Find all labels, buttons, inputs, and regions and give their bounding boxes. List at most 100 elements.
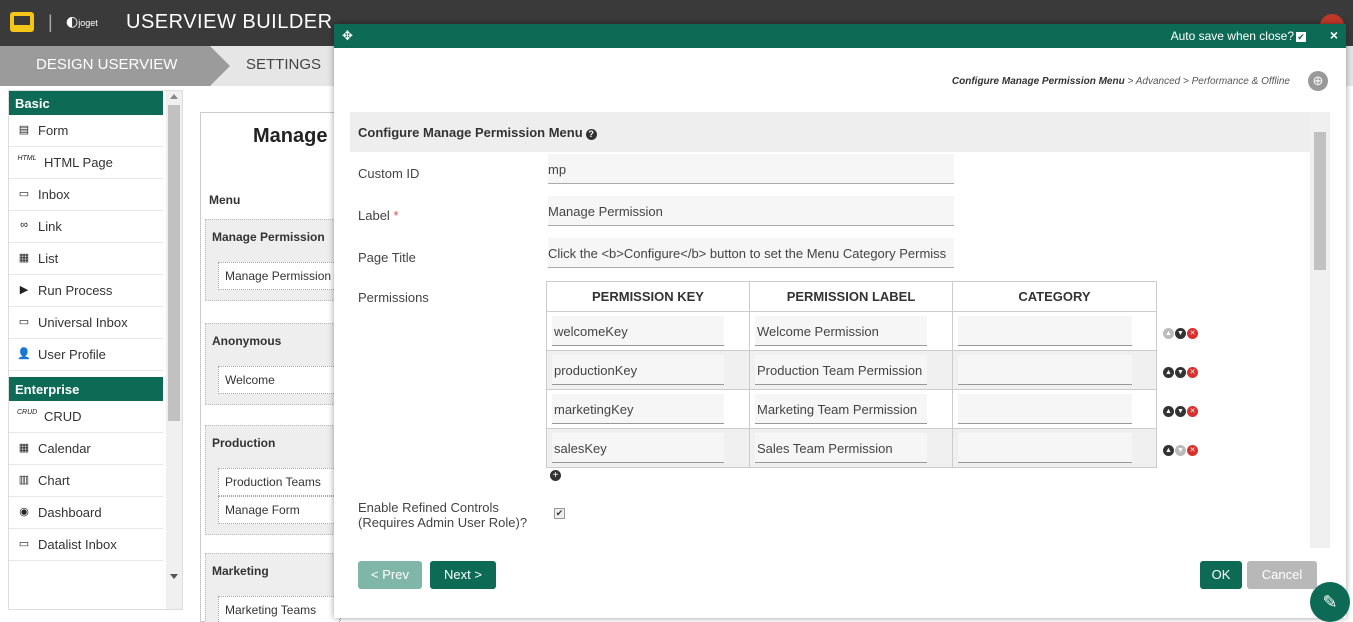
delete-row-icon[interactable]: ✕ <box>1187 328 1198 340</box>
palette-item-label: Datalist Inbox <box>38 537 117 552</box>
palette-scrollbar[interactable] <box>166 91 182 609</box>
move-up-icon[interactable]: ▲ <box>1163 328 1174 340</box>
refined-controls-checkbox[interactable]: ✔ <box>554 508 565 519</box>
label-input[interactable]: Manage Permission <box>548 196 954 226</box>
permission-label-input[interactable]: Welcome Permission <box>755 316 927 346</box>
palette-item-chart[interactable]: ▥ Chart <box>9 465 163 497</box>
palette-scroll-thumb[interactable] <box>168 105 180 421</box>
col-permission-label: PERMISSION LABEL <box>749 281 953 312</box>
palette-item-html-page[interactable]: HTML HTML Page <box>9 147 163 179</box>
panel-scrollbar[interactable] <box>1310 112 1330 548</box>
palette-item-label: Run Process <box>38 283 113 298</box>
permission-key-input[interactable]: welcomeKey <box>552 316 724 346</box>
col-permission-key: PERMISSION KEY <box>546 281 750 312</box>
form-icon: ▤ <box>18 124 30 136</box>
permission-key-input[interactable]: marketingKey <box>552 394 724 424</box>
palette-item-form[interactable]: ▤ Form <box>9 115 163 147</box>
palette-item-link[interactable]: ∞ Link <box>9 211 163 243</box>
permission-label-input[interactable]: Production Team Permission <box>755 355 927 385</box>
add-row-icon[interactable]: + <box>550 470 561 481</box>
refined-label-line2: (Requires Admin User Role)? <box>358 515 528 530</box>
palette-item-label: Dashboard <box>38 505 102 520</box>
table-cell: productionKey <box>546 350 750 390</box>
menu-category-title[interactable]: Manage Permission <box>206 220 340 254</box>
permission-label-input[interactable]: Marketing Team Permission <box>755 394 927 424</box>
move-down-icon[interactable]: ▼ <box>1175 406 1186 418</box>
help-icon[interactable]: ? <box>585 129 597 140</box>
menu-category[interactable]: Production Production Teams Manage Form <box>205 425 341 535</box>
palette-item-list[interactable]: ▦ List <box>9 243 163 275</box>
table-cell <box>952 350 1157 390</box>
table-cell: salesKey <box>546 428 750 468</box>
dialog-title-bar[interactable]: ✥ Auto save when close? ✔ × <box>334 24 1346 48</box>
palette-item-dashboard[interactable]: ◉ Dashboard <box>9 497 163 529</box>
delete-row-icon[interactable]: ✕ <box>1187 445 1198 457</box>
autosave-label: Auto save when close? <box>1170 29 1294 43</box>
table-cell <box>952 428 1157 468</box>
logo-separator: | <box>48 12 53 32</box>
custom-id-input[interactable]: mp <box>548 154 954 184</box>
play-icon: ▶ <box>19 284 29 296</box>
palette-item-universal-inbox[interactable]: ▭ Universal Inbox <box>9 307 163 339</box>
palette-header-enterprise: Enterprise <box>9 377 163 401</box>
delete-row-icon[interactable]: ✕ <box>1187 367 1198 379</box>
page-title-input[interactable]: Click the <b>Configure</b> button to set… <box>548 238 954 268</box>
move-up-icon[interactable]: ▲ <box>1163 406 1174 418</box>
menu-category[interactable]: Anonymous Welcome <box>205 323 341 405</box>
close-icon[interactable]: × <box>1330 27 1338 43</box>
permission-label-input[interactable]: Sales Team Permission <box>755 433 927 463</box>
table-cell: welcomeKey <box>546 311 750 351</box>
menu-item[interactable]: Manage Permission <box>218 262 340 290</box>
tab-settings[interactable]: SETTINGS <box>246 56 321 73</box>
permission-category-input[interactable] <box>958 394 1132 424</box>
edit-pencil-icon[interactable]: ✎ <box>1310 582 1350 622</box>
move-up-icon[interactable]: ▲ <box>1163 367 1174 379</box>
menu-category-title[interactable]: Marketing <box>206 554 340 588</box>
menu-item[interactable]: Welcome <box>218 366 340 394</box>
palette-item-user-profile[interactable]: 👤 User Profile <box>9 339 163 371</box>
tab-design-userview[interactable]: DESIGN USERVIEW <box>0 46 230 86</box>
move-up-icon[interactable]: ▲ <box>1163 445 1174 457</box>
scroll-up-icon[interactable] <box>170 94 178 99</box>
menu-item[interactable]: Production Teams <box>218 468 340 496</box>
move-icon[interactable]: ✥ <box>342 28 353 44</box>
palette-item-calendar[interactable]: ▦ Calendar <box>9 433 163 465</box>
next-button[interactable]: Next > <box>430 561 496 589</box>
required-marker: * <box>393 208 399 223</box>
autosave-checkbox[interactable]: ✔ <box>1296 32 1306 42</box>
palette-item-crud[interactable]: CRUD CRUD <box>9 401 163 433</box>
autosave-toggle[interactable]: Auto save when close? ✔ <box>1171 29 1306 43</box>
menu-category[interactable]: Marketing Marketing Teams <box>205 553 341 622</box>
cancel-button[interactable]: Cancel <box>1247 561 1317 589</box>
move-down-icon[interactable]: ▼ <box>1175 445 1186 457</box>
properties-panel: Configure Manage Permission Menu? Custom… <box>350 112 1330 548</box>
configure-dialog: ✥ Auto save when close? ✔ × Configure Man… <box>334 24 1346 618</box>
breadcrumb-rest[interactable]: > Advanced > Performance & Offline <box>1125 76 1290 87</box>
permission-category-input[interactable] <box>958 316 1132 346</box>
canvas-title[interactable]: Manage <box>253 125 327 148</box>
breadcrumb-nav-icon[interactable]: ⊕ <box>1308 71 1328 91</box>
move-down-icon[interactable]: ▼ <box>1175 328 1186 340</box>
menu-item[interactable]: Marketing Teams <box>218 596 340 622</box>
permission-category-input[interactable] <box>958 433 1132 463</box>
app-title: USERVIEW BUILDER <box>126 11 333 33</box>
prev-button[interactable]: < Prev <box>358 561 422 589</box>
table-row: productionKey Production Team Permission <box>546 350 1157 390</box>
scroll-down-icon[interactable] <box>170 574 178 579</box>
palette-item-label: Link <box>38 219 62 234</box>
ok-button[interactable]: OK <box>1200 561 1242 589</box>
permission-category-input[interactable] <box>958 355 1132 385</box>
menu-category-title[interactable]: Anonymous <box>206 324 340 358</box>
delete-row-icon[interactable]: ✕ <box>1187 406 1198 418</box>
menu-category[interactable]: Manage Permission Manage Permission <box>205 219 341 301</box>
palette-item-run-process[interactable]: ▶ Run Process <box>9 275 163 307</box>
panel-scroll-thumb[interactable] <box>1314 132 1326 270</box>
permission-key-input[interactable]: productionKey <box>552 355 724 385</box>
palette-item-datalist-inbox[interactable]: ▭ Datalist Inbox <box>9 529 163 561</box>
move-down-icon[interactable]: ▼ <box>1175 367 1186 379</box>
palette-item-inbox[interactable]: ▭ Inbox <box>9 179 163 211</box>
permission-key-input[interactable]: salesKey <box>552 433 724 463</box>
menu-item[interactable]: Manage Form <box>218 496 340 524</box>
menu-category-title[interactable]: Production <box>206 426 340 460</box>
page-title-label: Page Title <box>358 250 416 265</box>
